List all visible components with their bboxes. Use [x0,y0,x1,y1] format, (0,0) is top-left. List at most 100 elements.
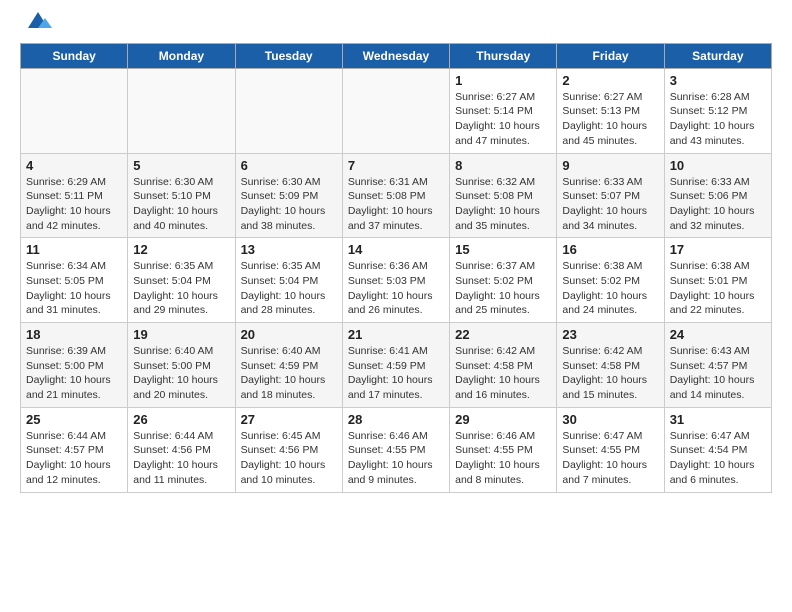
cell-date-number: 25 [26,412,122,427]
calendar-cell: 26 Sunrise: 6:44 AMSunset: 4:56 PMDayligh… [128,407,235,492]
calendar-cell [128,68,235,153]
cell-date-number: 9 [562,158,658,173]
cell-info-text: Sunrise: 6:45 AMSunset: 4:56 PMDaylight:… [241,429,337,488]
calendar-cell: 6 Sunrise: 6:30 AMSunset: 5:09 PMDaylight… [235,153,342,238]
cell-date-number: 17 [670,242,766,257]
calendar-cell: 24 Sunrise: 6:43 AMSunset: 4:57 PMDayligh… [664,323,771,408]
calendar-cell: 10Sunrise: 6:33 AMSunset: 5:06 PMDayligh… [664,153,771,238]
cell-info-text: Sunrise: 6:31 AMSunset: 5:08 PMDaylight:… [348,175,444,234]
cell-date-number: 7 [348,158,444,173]
cell-date-number: 1 [455,73,551,88]
calendar-day-header: Thursday [450,43,557,68]
calendar-cell: 18 Sunrise: 6:39 AMSunset: 5:00 PMDayligh… [21,323,128,408]
cell-info-text: Sunrise: 6:40 AMSunset: 5:00 PMDaylight:… [133,344,229,403]
calendar-week-row: 4 Sunrise: 6:29 AMSunset: 5:11 PMDaylight… [21,153,772,238]
cell-info-text: Sunrise: 6:40 AMSunset: 4:59 PMDaylight:… [241,344,337,403]
calendar-cell: 23 Sunrise: 6:42 AMSunset: 4:58 PMDayligh… [557,323,664,408]
cell-info-text: Sunrise: 6:46 AMSunset: 4:55 PMDaylight:… [455,429,551,488]
cell-date-number: 14 [348,242,444,257]
calendar-cell [235,68,342,153]
cell-info-text: Sunrise: 6:42 AMSunset: 4:58 PMDaylight:… [562,344,658,403]
calendar-cell: 17 Sunrise: 6:38 AMSunset: 5:01 PMDayligh… [664,238,771,323]
calendar-cell: 31 Sunrise: 6:47 AMSunset: 4:54 PMDayligh… [664,407,771,492]
cell-date-number: 31 [670,412,766,427]
cell-info-text: Sunrise: 6:47 AMSunset: 4:54 PMDaylight:… [670,429,766,488]
cell-info-text: Sunrise: 6:38 AMSunset: 5:01 PMDaylight:… [670,259,766,318]
cell-date-number: 30 [562,412,658,427]
calendar-cell: 22 Sunrise: 6:42 AMSunset: 4:58 PMDayligh… [450,323,557,408]
calendar-day-header: Saturday [664,43,771,68]
cell-date-number: 19 [133,327,229,342]
calendar-cell: 25Sunrise: 6:44 AMSunset: 4:57 PMDayligh… [21,407,128,492]
logo-text [20,15,53,35]
cell-info-text: Sunrise: 6:30 AMSunset: 5:09 PMDaylight:… [241,175,337,234]
cell-info-text: Sunrise: 6:33 AMSunset: 5:07 PMDaylight:… [562,175,658,234]
calendar-cell: 15 Sunrise: 6:37 AMSunset: 5:02 PMDayligh… [450,238,557,323]
cell-info-text: Sunrise: 6:34 AMSunset: 5:05 PMDaylight:… [26,259,122,318]
calendar-day-header: Monday [128,43,235,68]
cell-info-text: Sunrise: 6:32 AMSunset: 5:08 PMDaylight:… [455,175,551,234]
calendar-cell: 19 Sunrise: 6:40 AMSunset: 5:00 PMDayligh… [128,323,235,408]
calendar-cell: 14 Sunrise: 6:36 AMSunset: 5:03 PMDayligh… [342,238,449,323]
cell-date-number: 5 [133,158,229,173]
calendar-cell: 12Sunrise: 6:35 AMSunset: 5:04 PMDayligh… [128,238,235,323]
cell-date-number: 8 [455,158,551,173]
cell-date-number: 18 [26,327,122,342]
calendar: SundayMondayTuesdayWednesdayThursdayFrid… [20,43,772,493]
cell-date-number: 27 [241,412,337,427]
cell-info-text: Sunrise: 6:46 AMSunset: 4:55 PMDaylight:… [348,429,444,488]
logo [20,15,53,35]
calendar-week-row: 25Sunrise: 6:44 AMSunset: 4:57 PMDayligh… [21,407,772,492]
calendar-cell: 28 Sunrise: 6:46 AMSunset: 4:55 PMDayligh… [342,407,449,492]
calendar-cell: 9 Sunrise: 6:33 AMSunset: 5:07 PMDaylight… [557,153,664,238]
cell-info-text: Sunrise: 6:37 AMSunset: 5:02 PMDaylight:… [455,259,551,318]
cell-date-number: 3 [670,73,766,88]
calendar-cell: 30 Sunrise: 6:47 AMSunset: 4:55 PMDayligh… [557,407,664,492]
cell-info-text: Sunrise: 6:38 AMSunset: 5:02 PMDaylight:… [562,259,658,318]
cell-info-text: Sunrise: 6:35 AMSunset: 5:04 PMDaylight:… [241,259,337,318]
calendar-cell: 1Sunrise: 6:27 AMSunset: 5:14 PMDaylight… [450,68,557,153]
cell-date-number: 4 [26,158,122,173]
calendar-day-header: Wednesday [342,43,449,68]
cell-info-text: Sunrise: 6:43 AMSunset: 4:57 PMDaylight:… [670,344,766,403]
calendar-cell: 13 Sunrise: 6:35 AMSunset: 5:04 PMDayligh… [235,238,342,323]
calendar-cell [342,68,449,153]
logo-icon [23,10,53,32]
cell-date-number: 28 [348,412,444,427]
cell-info-text: Sunrise: 6:39 AMSunset: 5:00 PMDaylight:… [26,344,122,403]
calendar-cell: 20 Sunrise: 6:40 AMSunset: 4:59 PMDayligh… [235,323,342,408]
cell-info-text: Sunrise: 6:42 AMSunset: 4:58 PMDaylight:… [455,344,551,403]
cell-info-text: Sunrise: 6:41 AMSunset: 4:59 PMDaylight:… [348,344,444,403]
cell-info-text: Sunrise: 6:47 AMSunset: 4:55 PMDaylight:… [562,429,658,488]
cell-info-text: Sunrise: 6:44 AMSunset: 4:56 PMDaylight:… [133,429,229,488]
calendar-week-row: 18 Sunrise: 6:39 AMSunset: 5:00 PMDayligh… [21,323,772,408]
cell-info-text: Sunrise: 6:29 AMSunset: 5:11 PMDaylight:… [26,175,122,234]
calendar-week-row: 1Sunrise: 6:27 AMSunset: 5:14 PMDaylight… [21,68,772,153]
cell-info-text: Sunrise: 6:30 AMSunset: 5:10 PMDaylight:… [133,175,229,234]
cell-date-number: 24 [670,327,766,342]
cell-info-text: Sunrise: 6:27 AMSunset: 5:13 PMDaylight:… [562,90,658,149]
cell-info-text: Sunrise: 6:28 AMSunset: 5:12 PMDaylight:… [670,90,766,149]
calendar-cell: 16Sunrise: 6:38 AMSunset: 5:02 PMDayligh… [557,238,664,323]
calendar-day-header: Sunday [21,43,128,68]
cell-info-text: Sunrise: 6:33 AMSunset: 5:06 PMDaylight:… [670,175,766,234]
cell-date-number: 22 [455,327,551,342]
calendar-cell: 2 Sunrise: 6:27 AMSunset: 5:13 PMDaylight… [557,68,664,153]
calendar-cell: 3 Sunrise: 6:28 AMSunset: 5:12 PMDaylight… [664,68,771,153]
page: SundayMondayTuesdayWednesdayThursdayFrid… [0,0,792,508]
cell-info-text: Sunrise: 6:36 AMSunset: 5:03 PMDaylight:… [348,259,444,318]
calendar-cell: 27 Sunrise: 6:45 AMSunset: 4:56 PMDayligh… [235,407,342,492]
calendar-day-header: Friday [557,43,664,68]
cell-date-number: 23 [562,327,658,342]
calendar-cell: 29Sunrise: 6:46 AMSunset: 4:55 PMDayligh… [450,407,557,492]
calendar-day-header: Tuesday [235,43,342,68]
cell-date-number: 6 [241,158,337,173]
cell-date-number: 26 [133,412,229,427]
cell-date-number: 2 [562,73,658,88]
cell-date-number: 11 [26,242,122,257]
cell-date-number: 20 [241,327,337,342]
calendar-cell: 8 Sunrise: 6:32 AMSunset: 5:08 PMDaylight… [450,153,557,238]
cell-date-number: 15 [455,242,551,257]
cell-date-number: 13 [241,242,337,257]
calendar-week-row: 11 Sunrise: 6:34 AMSunset: 5:05 PMDayligh… [21,238,772,323]
